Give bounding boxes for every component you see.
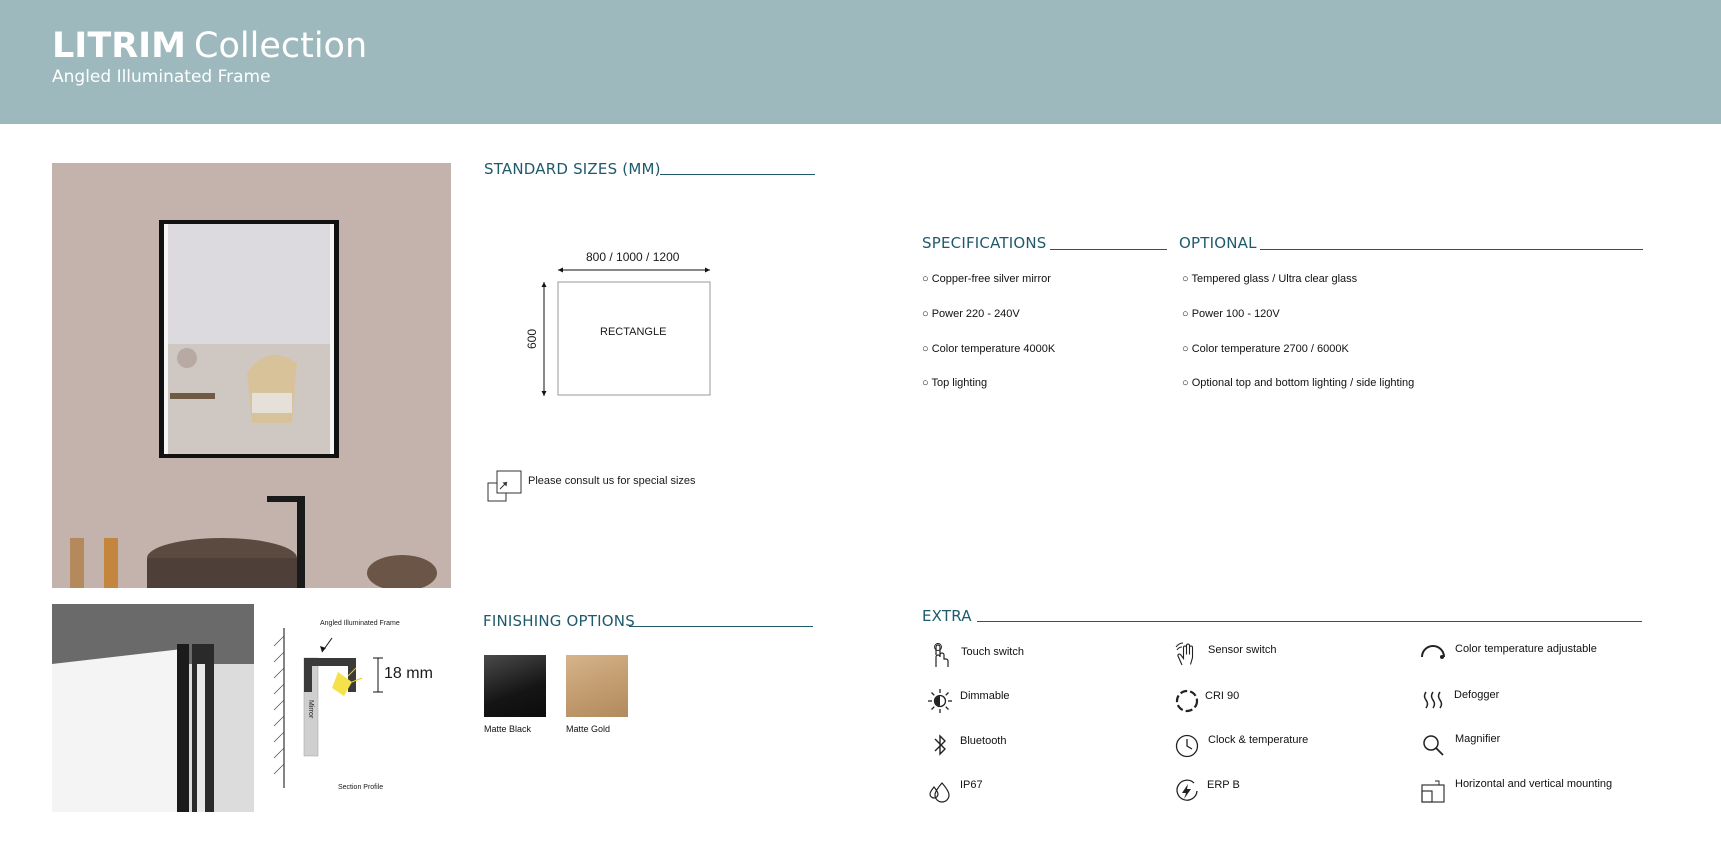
bathroom-scene-illustration: [52, 163, 451, 588]
page-subtitle: Angled Illuminated Frame: [52, 67, 271, 87]
extra-item-label: CRI 90: [1205, 690, 1240, 702]
swatch-label-matte-black: Matte Black: [484, 724, 532, 734]
swatch-matte-gold: [566, 655, 628, 717]
dimmable-icon: [927, 688, 953, 714]
spec-item: ○ Color temperature 4000K: [922, 343, 1056, 355]
defogger-icon: [1420, 688, 1446, 714]
sensor-icon: [1174, 641, 1200, 667]
optional-item: ○ Optional top and bottom lighting / sid…: [1182, 377, 1415, 389]
special-sizes-note: Please consult us for special sizes: [528, 475, 696, 487]
cri-icon: [1174, 688, 1200, 714]
extra-item-label: Magnifier: [1455, 733, 1501, 745]
extra-item-label: Sensor switch: [1208, 644, 1277, 656]
spec-item: ○ Copper-free silver mirror: [922, 273, 1051, 285]
extra-item-label: Dimmable: [960, 690, 1010, 702]
ip67-icon: [927, 778, 953, 804]
swatch-label-matte-gold: Matte Gold: [566, 724, 611, 734]
section-profile-diagram: Angled Illuminated Frame 18 mm Mirror Se…: [272, 618, 452, 798]
profile-mirror-label: Mirror: [307, 700, 314, 719]
width-dimension-label: 800 / 1000 / 1200: [586, 250, 680, 264]
profile-depth-label: 18 mm: [384, 665, 433, 682]
brand-name: LITRIM: [52, 26, 187, 66]
extra-item-label: Clock & temperature: [1208, 734, 1309, 746]
standard-sizes-rule: [660, 174, 815, 175]
spec-item: ○ Power 220 - 240V: [922, 308, 1020, 320]
finishing-options-title: FINISHING OPTIONS: [483, 612, 635, 630]
specifications-title: SPECIFICATIONS: [922, 234, 1047, 252]
brand-title: LITRIM Collection: [52, 26, 367, 66]
clock-icon: [1174, 733, 1200, 759]
color-temp-icon: [1420, 641, 1446, 667]
extra-item-label: Touch switch: [961, 646, 1024, 658]
spec-item: ○ Top lighting: [922, 377, 988, 389]
extra-item-label: Color temperature adjustable: [1455, 643, 1597, 655]
extra-title: EXTRA: [922, 607, 972, 625]
profile-caption: Section Profile: [338, 784, 384, 791]
header-banner: LITRIM Collection Angled Illuminated Fram…: [0, 0, 1721, 124]
erp-icon: [1174, 778, 1200, 804]
section-profile-drawing: [273, 628, 383, 788]
frame-detail-photo: [52, 604, 254, 812]
optional-item: ○ Power 100 - 120V: [1182, 308, 1280, 320]
extra-item-label: IP67: [960, 779, 983, 791]
touch-icon: [927, 643, 953, 669]
extra-item-label: Horizontal and vertical mounting: [1455, 778, 1613, 790]
frame-corner-illustration: [52, 604, 254, 812]
optional-item: ○ Color temperature 2700 / 6000K: [1182, 343, 1349, 355]
extra-item-label: ERP B: [1207, 779, 1240, 791]
specifications-rule: [1050, 249, 1167, 250]
magnifier-icon: [1420, 732, 1446, 758]
height-dimension-label: 600: [525, 328, 540, 350]
brand-collection: Collection: [194, 26, 368, 66]
optional-rule: [1260, 249, 1643, 250]
standard-sizes-title: STANDARD SIZES (MM): [484, 160, 661, 178]
mounting-icon: [1420, 778, 1446, 804]
finishing-options-rule: [629, 626, 813, 627]
profile-frame-label: Angled Illuminated Frame: [320, 620, 400, 627]
optional-title: OPTIONAL: [1179, 234, 1257, 252]
shape-label: RECTANGLE: [600, 326, 667, 338]
size-diagram: 800 / 1000 / 1200 600 RECTANGLE: [524, 248, 724, 408]
bluetooth-icon: [927, 732, 953, 758]
optional-item: ○ Tempered glass / Ultra clear glass: [1182, 273, 1358, 285]
resize-icon: [487, 470, 523, 502]
extra-item-label: Defogger: [1454, 689, 1500, 701]
extra-rule: [977, 621, 1642, 622]
swatch-matte-black: [484, 655, 546, 717]
extra-item-label: Bluetooth: [960, 735, 1007, 747]
product-photo: [52, 163, 451, 588]
